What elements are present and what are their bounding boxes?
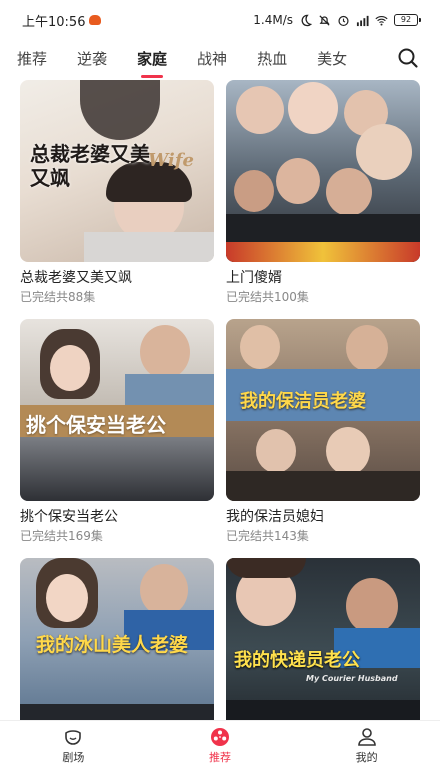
drama-episode-status: 已完结共169集 [20,529,103,543]
search-icon[interactable] [396,46,420,70]
nav-theater[interactable]: 剧场 [0,721,147,770]
film-reel-icon [211,727,229,746]
user-icon [357,727,376,746]
drama-poster[interactable] [226,80,420,262]
drama-title: 上门傻婿 [226,270,282,286]
alarm-icon [338,15,349,26]
tab-war-god[interactable]: 战神 [197,48,227,69]
drama-card[interactable]: 我的保洁员老婆 我的保洁员媳妇 已完结共143集 [226,319,420,544]
drama-card[interactable]: 总裁老婆又美又飒 Wife 总裁老婆又美又飒 已完结共88集 [20,80,214,305]
theater-icon [65,729,82,745]
poster-title-art: 我的冰山美人老婆 [36,634,189,656]
drama-poster[interactable]: 总裁老婆又美又飒 Wife [20,80,214,262]
drama-card[interactable]: 我的冰山美人老婆 [20,558,214,740]
drama-title: 我的保洁员媳妇 [226,509,324,525]
app-notification-icon [89,15,102,25]
tab-counterattack[interactable]: 逆袭 [77,48,107,69]
status-right: 1.4M/s 92 [253,13,421,27]
moon-icon [301,14,312,26]
poster-subtitle-art: My Courier Husband [306,674,398,683]
poster-title-art: 我的保洁员老婆 [240,391,366,412]
drama-poster[interactable]: 挑个保安当老公 [20,319,214,501]
poster-title-art: 我的快递员老公 [234,650,360,671]
network-speed: 1.4M/s [253,13,293,27]
nav-mine[interactable]: 我的 [293,721,440,770]
wifi-icon [375,15,388,26]
tab-beauty[interactable]: 美女 [317,48,347,69]
poster-title-art: 总裁老婆又美又飒 [30,142,150,190]
tab-recommend[interactable]: 推荐 [17,48,47,69]
drama-poster[interactable]: 我的快递员老公 My Courier Husband [226,558,420,740]
drama-title: 挑个保安当老公 [20,509,118,525]
bottom-nav: 剧场 推荐 我的 [0,720,440,770]
status-time: 上午10:56 [22,14,86,30]
tab-family[interactable]: 家庭 [137,48,167,69]
drama-poster[interactable]: 我的冰山美人老婆 [20,558,214,740]
nav-mine-label: 我的 [355,750,378,764]
drama-card[interactable]: 挑个保安当老公 挑个保安当老公 已完结共169集 [20,319,214,544]
drama-episode-status: 已完结共100集 [226,290,309,304]
drama-card[interactable]: 上门傻婿 已完结共100集 [226,80,420,305]
battery-icon: 92 [394,14,421,26]
poster-title-art: 挑个保安当老公 [26,413,166,437]
drama-card[interactable]: 我的快递员老公 My Courier Husband [226,558,420,740]
tab-hot-blood[interactable]: 热血 [257,48,287,69]
poster-subtitle-art: Wife [148,150,194,171]
drama-episode-status: 已完结共143集 [226,529,309,543]
status-left: 上午10:56 [22,11,102,30]
category-tabs: 推荐 逆袭 家庭 战神 热血 美女 [0,40,440,76]
nav-theater-label: 剧场 [62,750,85,764]
nav-recommend[interactable]: 推荐 [147,721,294,770]
drama-title: 总裁老婆又美又飒 [20,270,132,286]
mute-bell-icon [319,14,330,26]
nav-recommend-label: 推荐 [209,750,231,764]
signal-icon [356,15,369,26]
status-bar: 上午10:56 1.4M/s 92 [0,0,440,40]
drama-episode-status: 已完结共88集 [20,290,96,304]
drama-poster[interactable]: 我的保洁员老婆 [226,319,420,501]
